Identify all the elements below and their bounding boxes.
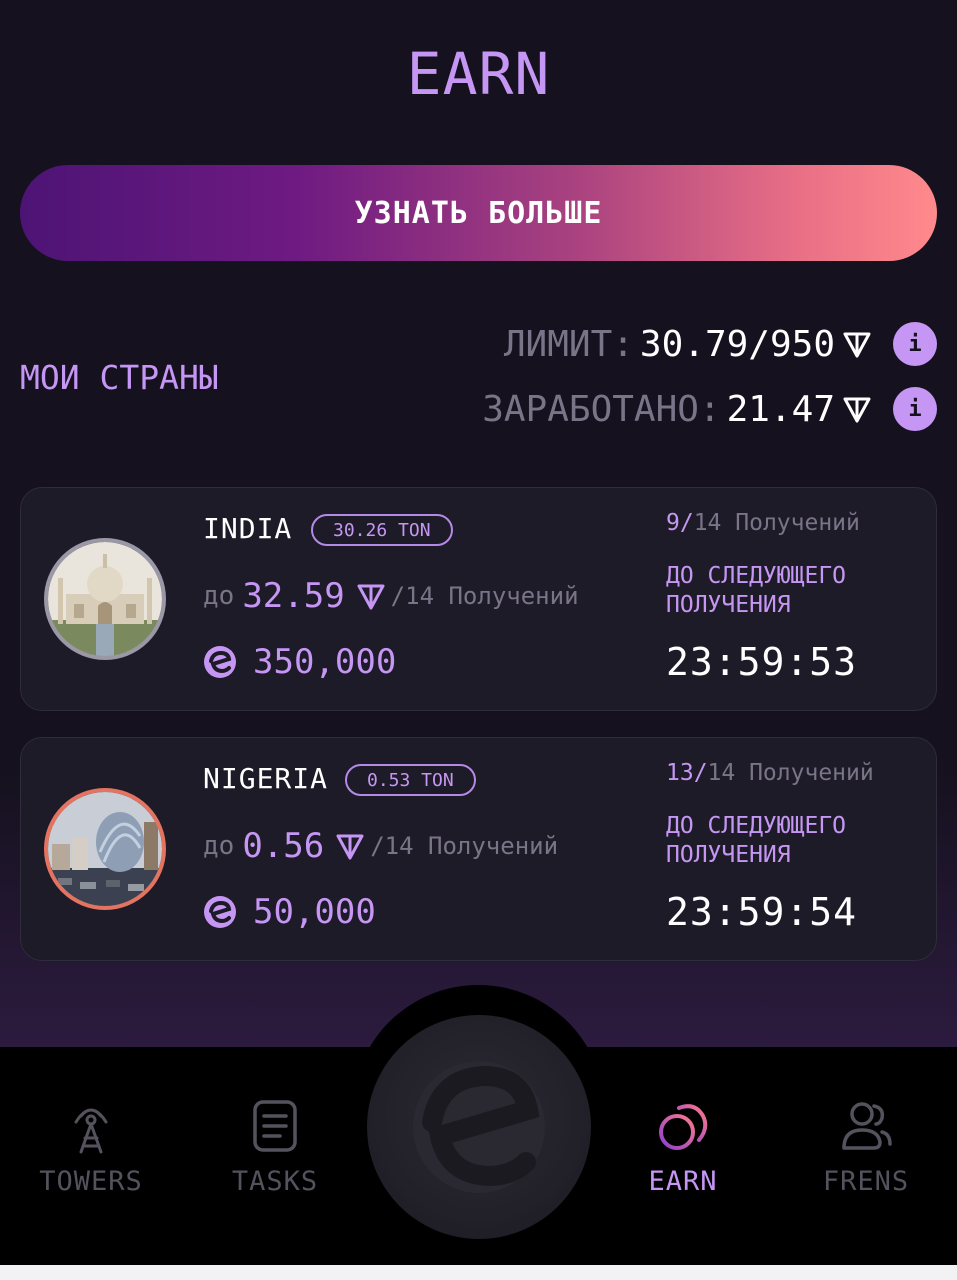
upto-suffix: /14 Получений xyxy=(370,832,559,860)
max-earnings: до 32.59 /14 Получений xyxy=(203,576,579,616)
next-collection-label: ДО СЛЕДУЮЩЕГО ПОЛУЧЕНИЯ xyxy=(666,563,847,618)
limit-value: 30.79/950 xyxy=(639,323,835,365)
collection-count: 9/14 Получений xyxy=(666,510,860,536)
taj-mahal-image xyxy=(48,542,162,656)
nav-towers[interactable]: TOWERS xyxy=(1,1098,181,1197)
upto-prefix: до xyxy=(203,831,235,861)
ton-icon xyxy=(336,834,364,860)
country-card-nigeria[interactable]: NIGERIA 0.53 TON до 0.56 /14 Получений 5… xyxy=(20,737,937,961)
system-bar xyxy=(0,1265,957,1280)
upto-amount: 32.59 xyxy=(242,576,345,616)
next-collection-label: ДО СЛЕДУЮЩЕГО ПОЛУЧЕНИЯ xyxy=(666,813,847,868)
frens-icon xyxy=(842,1102,892,1150)
price: 50,000 xyxy=(203,892,376,932)
center-logo-button[interactable] xyxy=(367,1015,591,1239)
nav-earn[interactable]: EARN xyxy=(593,1098,773,1197)
coin-icon xyxy=(204,646,236,678)
earned-info-button[interactable]: i xyxy=(893,387,937,431)
collection-count: 13/14 Получений xyxy=(666,760,874,786)
earned-row: ЗАРАБОТАНО: 21.47 i xyxy=(482,387,937,431)
upto-prefix: до xyxy=(203,581,235,611)
max-earnings: до 0.56 /14 Получений xyxy=(203,826,558,866)
upto-suffix: /14 Получений xyxy=(390,582,579,610)
page-title: EARN xyxy=(406,40,551,108)
upto-amount: 0.56 xyxy=(242,826,325,866)
country-avatar-nigeria xyxy=(44,788,166,910)
country-card-india[interactable]: INDIA 30.26 TON до 32.59 /14 Получений 3… xyxy=(20,487,937,711)
nav-towers-label: TOWERS xyxy=(39,1166,143,1197)
tasks-icon xyxy=(253,1100,297,1152)
countdown-timer: 23:59:53 xyxy=(666,640,858,684)
limit-label: ЛИМИТ: xyxy=(503,323,634,365)
count-current: 9/ xyxy=(666,510,694,536)
logo-icon xyxy=(413,1061,545,1193)
count-current: 13/ xyxy=(666,760,708,786)
coin-icon xyxy=(204,896,236,928)
ton-icon xyxy=(843,397,871,423)
nav-tasks-label: TASKS xyxy=(231,1166,319,1197)
nav-tasks[interactable]: TASKS xyxy=(185,1098,365,1197)
ton-icon xyxy=(357,584,385,610)
price-value: 350,000 xyxy=(253,642,397,682)
nigeria-city-image xyxy=(48,792,162,906)
price-value: 50,000 xyxy=(253,892,376,932)
country-name: NIGERIA xyxy=(203,762,329,795)
section-title: МОИ СТРАНЫ xyxy=(20,358,219,397)
country-name: INDIA xyxy=(203,512,293,545)
limit-row: ЛИМИТ: 30.79/950 i xyxy=(504,322,937,366)
ton-icon xyxy=(843,332,871,358)
nav-frens-label: FRENS xyxy=(822,1166,910,1197)
tower-icon xyxy=(74,1108,108,1154)
count-rest: 14 Получений xyxy=(707,760,874,786)
count-rest: 14 Получений xyxy=(693,510,860,536)
limit-info-button[interactable]: i xyxy=(893,322,937,366)
ton-badge: 0.53 TON xyxy=(345,764,476,796)
countdown-timer: 23:59:54 xyxy=(666,890,858,934)
nav-frens[interactable]: FRENS xyxy=(776,1098,956,1197)
price: 350,000 xyxy=(203,642,396,682)
earned-label: ЗАРАБОТАНО: xyxy=(482,388,721,430)
nav-earn-label: EARN xyxy=(648,1166,718,1197)
ton-badge: 30.26 TON xyxy=(311,514,453,546)
country-avatar-india xyxy=(44,538,166,660)
earn-screen: EARN УЗНАТЬ БОЛЬШЕ МОИ СТРАНЫ ЛИМИТ: 30.… xyxy=(0,0,957,1280)
learn-more-button[interactable]: УЗНАТЬ БОЛЬШЕ xyxy=(20,165,937,261)
earned-value: 21.47 xyxy=(726,388,835,430)
earn-icon xyxy=(659,1104,708,1150)
